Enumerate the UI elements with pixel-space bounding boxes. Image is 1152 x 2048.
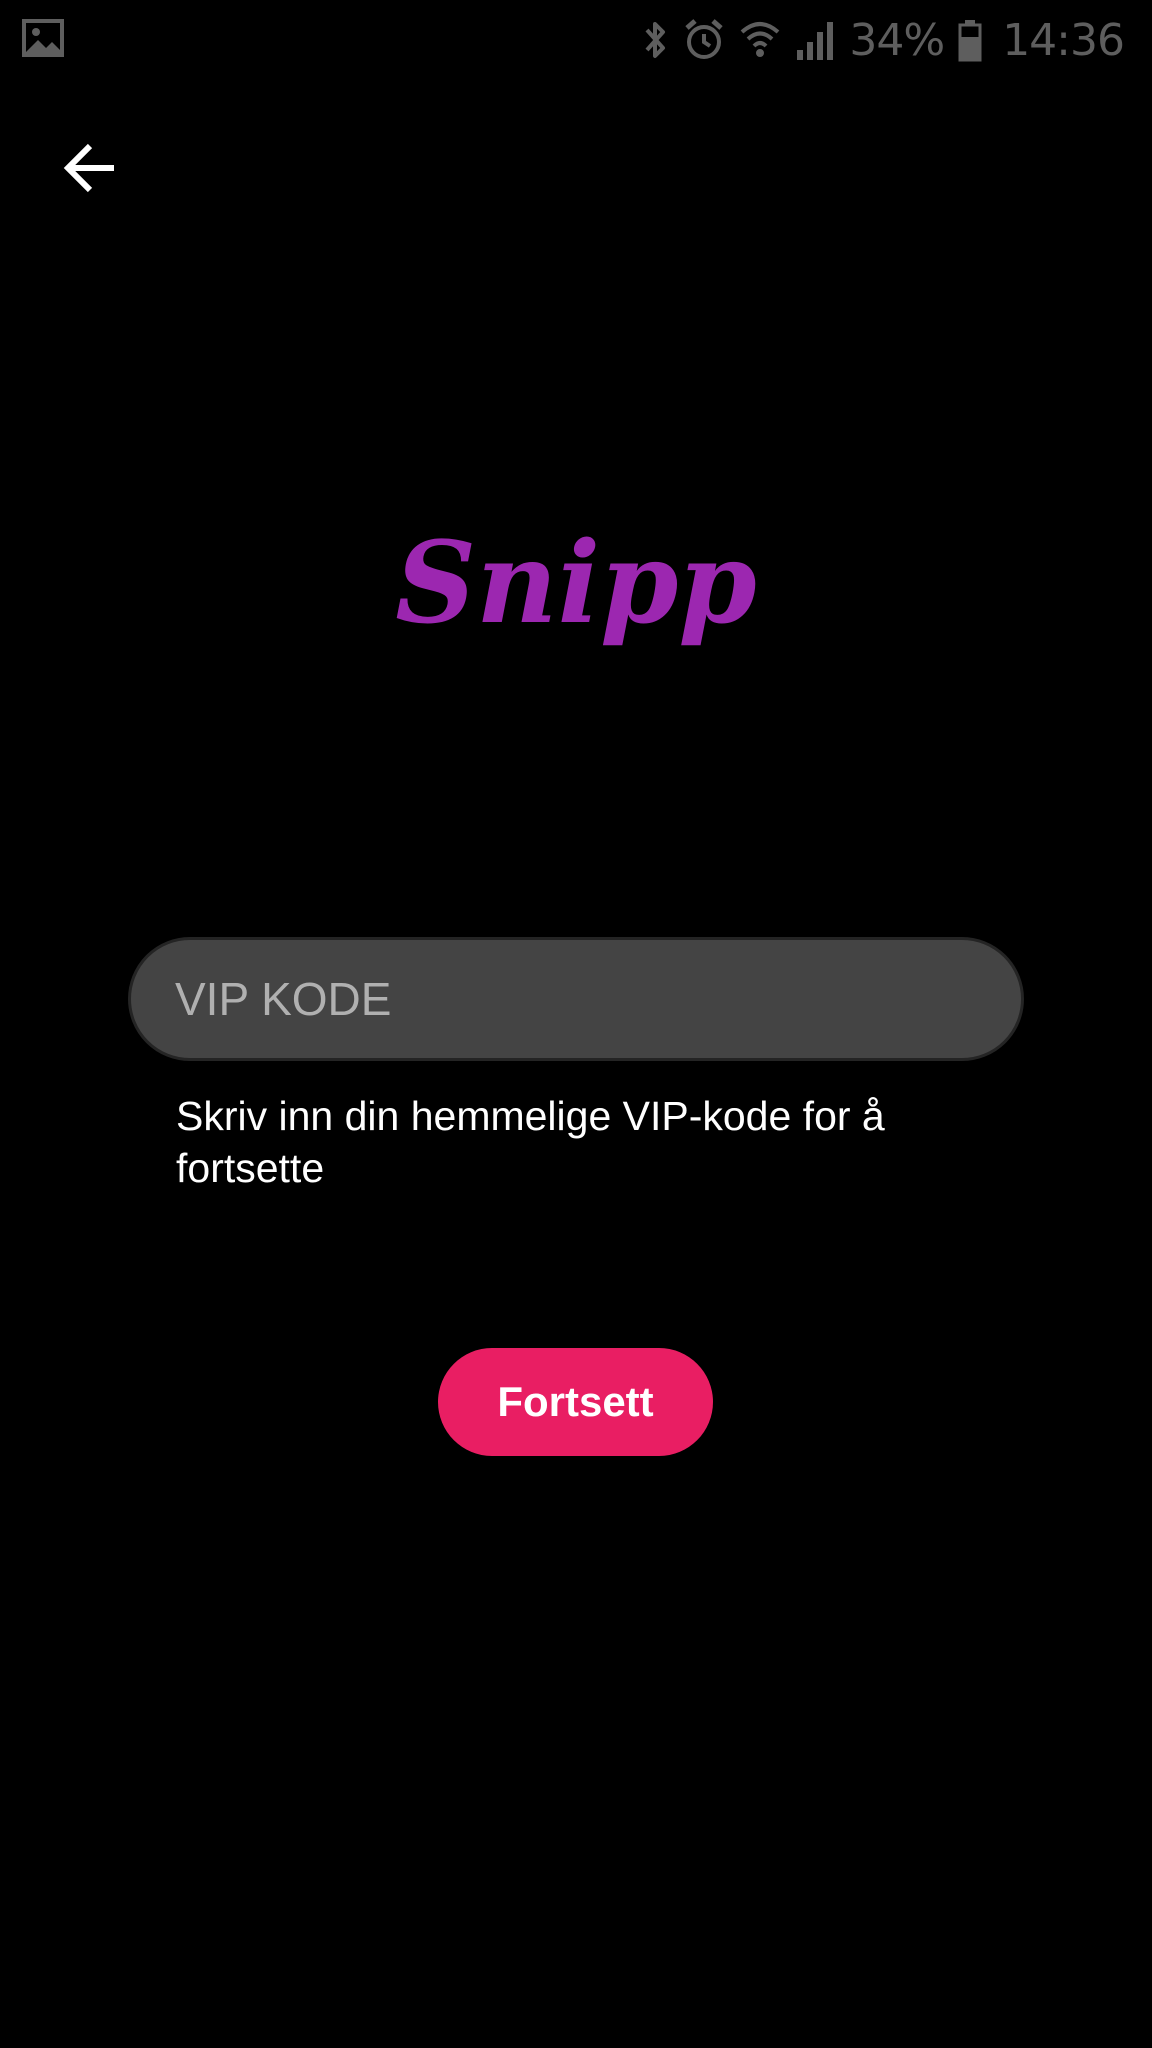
status-icons: 34% 14:36 (641, 10, 1125, 70)
battery-icon (958, 18, 982, 62)
arrow-left-icon (63, 143, 114, 193)
snipp-logo: Snipp (376, 518, 776, 700)
vip-code-helper-text: Skriv inn din hemmelige VIP-kode for å f… (176, 1093, 885, 1191)
signal-icon (795, 18, 835, 62)
battery-percent: 34% (849, 14, 945, 66)
status-bar: 34% 14:36 (0, 0, 1152, 80)
back-button[interactable] (52, 130, 128, 206)
alarm-icon (683, 18, 725, 62)
wifi-icon (739, 18, 781, 62)
vip-code-input[interactable] (131, 940, 1021, 1058)
continue-button[interactable]: Fortsett (438, 1348, 713, 1456)
image-notification-icon (22, 18, 64, 58)
clock-time: 14:36 (1002, 14, 1125, 66)
vip-code-field[interactable] (128, 937, 1024, 1061)
bluetooth-icon (641, 18, 669, 62)
logo-text: Snipp (395, 520, 756, 649)
